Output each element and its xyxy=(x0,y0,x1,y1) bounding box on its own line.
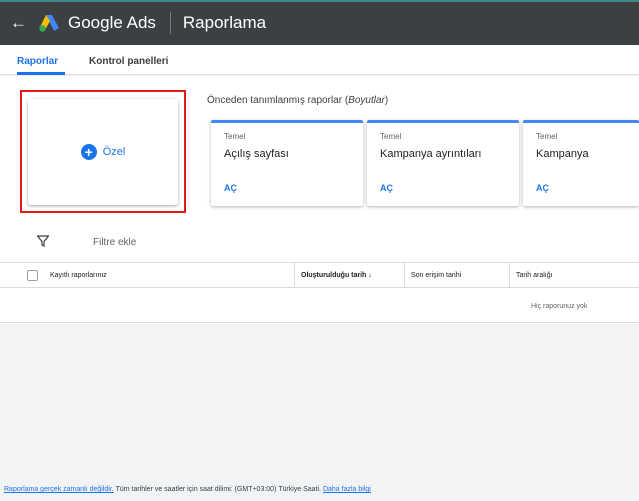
realtime-info-link[interactable]: Raporlama gerçek zamanlı değildir. xyxy=(4,486,114,493)
open-button[interactable]: AÇ xyxy=(224,183,237,193)
tab-dashboards[interactable]: Kontrol panelleri xyxy=(89,56,168,67)
add-icon: + xyxy=(80,144,97,160)
empty-state-row: Hiç raporunuz yok xyxy=(0,288,639,323)
preset-category: Temel xyxy=(224,132,246,141)
preset-name: Açılış sayfası xyxy=(224,148,289,160)
open-button[interactable]: AÇ xyxy=(380,183,393,193)
open-button[interactable]: AÇ xyxy=(536,183,549,193)
preset-category: Temel xyxy=(536,132,558,141)
preset-name: Kampanya xyxy=(536,148,589,160)
add-filter-button[interactable]: Filtre ekle xyxy=(93,237,136,248)
column-last-accessed[interactable]: Son erişim tarihi xyxy=(411,272,461,279)
top-accent-line xyxy=(0,0,639,2)
column-date-range[interactable]: Tarih aralığı xyxy=(516,272,553,279)
top-app-bar: ← Google Ads Raporlama xyxy=(0,0,639,45)
header-divider xyxy=(169,11,171,34)
column-created-date[interactable]: Oluşturulduğu tarih ↓ xyxy=(301,272,372,279)
footer-note: Raporlama gerçek zamanlı değildir. Tüm t… xyxy=(4,486,371,493)
reports-content: + Özel Önceden tanımlanmış raporlar (Boy… xyxy=(0,76,639,324)
column-saved-reports[interactable]: Kayıtlı raporlarınız xyxy=(50,272,107,279)
saved-reports-table-header: Kayıtlı raporlarınız Oluşturulduğu tarih… xyxy=(0,262,639,288)
filter-icon[interactable] xyxy=(37,235,49,247)
column-divider xyxy=(404,263,405,288)
column-divider xyxy=(509,263,510,288)
back-arrow-icon[interactable]: ← xyxy=(10,14,27,31)
preset-card-landing-page[interactable]: Temel Açılış sayfası AÇ xyxy=(211,120,363,206)
timezone-text: Tüm tarihler ve saatler için saat dilimi… xyxy=(113,486,323,493)
preset-card-campaign-details[interactable]: Temel Kampanya ayrıntıları AÇ xyxy=(367,120,519,206)
preset-category: Temel xyxy=(380,132,402,141)
custom-report-button[interactable]: + Özel xyxy=(28,99,178,205)
app-title: Google Ads xyxy=(68,12,156,32)
page-title: Raporlama xyxy=(182,12,267,32)
tab-reports[interactable]: Raporlar xyxy=(17,56,58,67)
predefined-reports-title: Önceden tanımlanmış raporlar (Boyutlar) xyxy=(207,95,389,106)
learn-more-link[interactable]: Daha fazla bilgi xyxy=(323,486,371,493)
empty-state-text: Hiç raporunuz yok xyxy=(531,303,588,310)
sort-arrow-icon: ↓ xyxy=(368,272,372,279)
column-divider xyxy=(294,263,295,288)
select-all-checkbox[interactable] xyxy=(27,270,38,281)
custom-report-label: Özel xyxy=(102,146,126,158)
preset-name: Kampanya ayrıntıları xyxy=(380,148,482,160)
google-ads-logo-icon xyxy=(39,14,59,32)
active-tab-indicator xyxy=(17,72,65,75)
tab-bar: Raporlar Kontrol panelleri xyxy=(0,45,639,75)
preset-card-campaign[interactable]: Temel Kampanya AÇ xyxy=(523,120,639,206)
